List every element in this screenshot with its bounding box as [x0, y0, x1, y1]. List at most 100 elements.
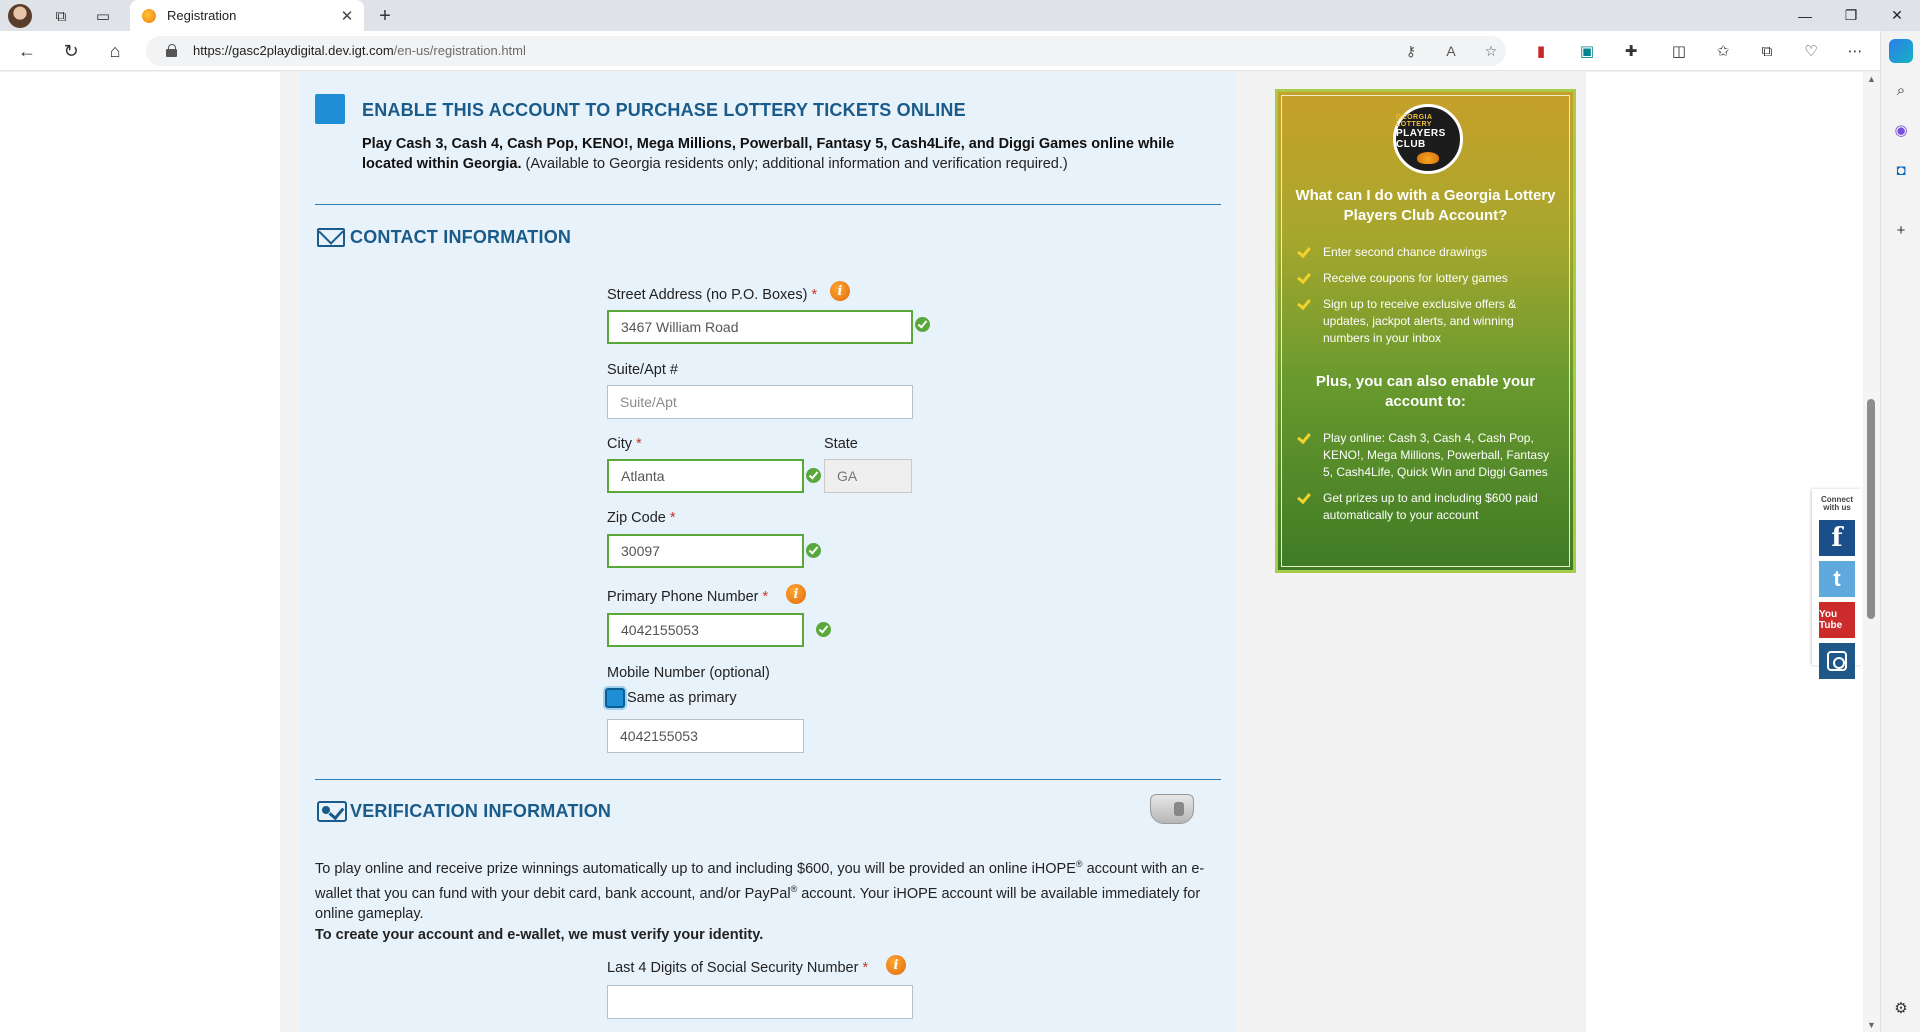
settings-gear-icon[interactable]: ⚙ [1890, 997, 1912, 1019]
left-gutter [0, 72, 280, 1032]
home-icon[interactable]: ⌂ [100, 38, 130, 64]
city-label: City * [607, 436, 642, 452]
restore-icon[interactable]: ❐ [1828, 0, 1874, 31]
phone-info-icon[interactable]: i [786, 584, 806, 604]
security-badge-icon [1150, 794, 1194, 824]
new-tab-button[interactable]: + [372, 3, 398, 29]
verification-description: To play online and receive prize winning… [315, 859, 1205, 922]
street-info-icon[interactable]: i [830, 281, 850, 301]
address-bar-row: ← ↻ ⌂ https://gasc2playdigital.dev.igt.c… [0, 31, 1920, 71]
microsoft-365-icon[interactable]: ◉ [1890, 119, 1912, 141]
workspaces-icon[interactable]: ⧉ [48, 4, 74, 28]
promo-heading-2: Plus, you can also enable your account t… [1315, 373, 1536, 410]
zip-valid-check-icon [806, 543, 821, 558]
twitter-icon[interactable]: t [1819, 561, 1855, 597]
connect-label: Connect with us [1821, 495, 1853, 512]
address-bar[interactable]: https://gasc2playdigital.dev.igt.com/en-… [146, 36, 1506, 66]
back-icon[interactable]: ← [12, 38, 42, 64]
edge-sidebar: ⌕ ◉ ◘ + ⚙ [1880, 31, 1920, 1032]
check-icon [1297, 429, 1311, 445]
mobile-number-input[interactable]: 4042155053 [607, 719, 804, 753]
tab-registration[interactable]: Registration ✕ [130, 0, 364, 31]
close-window-icon[interactable]: ✕ [1874, 0, 1920, 31]
id-card-check-icon [317, 801, 347, 822]
envelope-icon [317, 228, 345, 247]
read-aloud-icon[interactable]: A [1440, 41, 1462, 61]
favorites-icon[interactable]: ✩ [1710, 39, 1736, 63]
browser-essentials-icon[interactable]: ♡ [1798, 39, 1824, 63]
suite-input[interactable]: Suite/Apt [607, 385, 913, 419]
promo-heading-1: What can I do with a Georgia Lottery Pla… [1295, 187, 1556, 224]
zip-input[interactable]: 30097 [607, 534, 804, 568]
collections-icon[interactable]: ⧉ [1754, 39, 1780, 63]
promo-enable-item: Play online: Cash 3, Cash 4, Cash Pop, K… [1297, 429, 1560, 481]
minimize-icon[interactable]: — [1782, 0, 1828, 31]
facebook-icon[interactable]: f [1819, 520, 1855, 556]
peach-favicon-icon [142, 8, 156, 23]
page-scrollbar[interactable]: ▲ ▼ [1863, 72, 1880, 1032]
scroll-up-icon[interactable]: ▲ [1867, 74, 1876, 84]
page-viewport: ENABLE THIS ACCOUNT TO PURCHASE LOTTERY … [0, 72, 1880, 1032]
scroll-down-icon[interactable]: ▼ [1867, 1020, 1876, 1030]
split-screen-icon[interactable]: ◫ [1666, 39, 1692, 63]
close-tab-icon[interactable]: ✕ [336, 5, 358, 27]
add-sidebar-app-icon[interactable]: + [1890, 219, 1912, 241]
promo-benefit-item: Enter second chance drawings [1297, 243, 1560, 261]
outlook-icon[interactable]: ◘ [1890, 159, 1912, 181]
search-icon[interactable]: ⌕ [1890, 79, 1912, 101]
check-icon [1297, 489, 1311, 505]
social-connect-bar: Connect with us f t You Tube [1812, 489, 1862, 679]
street-valid-check-icon [915, 317, 930, 332]
check-icon [1297, 243, 1311, 259]
vertical-tabs-icon[interactable]: ▭ [90, 4, 116, 28]
mobile-number-label: Mobile Number (optional) [607, 665, 770, 681]
scrollbar-thumb[interactable] [1867, 399, 1875, 619]
ssn-input[interactable] [607, 985, 913, 1019]
promo-enable-item: Get prizes up to and including $600 paid… [1297, 489, 1560, 524]
promo-benefits-list: Enter second chance drawings Receive cou… [1297, 243, 1560, 356]
primary-phone-label: Primary Phone Number * [607, 589, 769, 605]
enable-online-checkbox[interactable] [315, 94, 345, 124]
extensions-icon[interactable]: ✚ [1618, 39, 1644, 63]
extension-red-icon[interactable]: ▮ [1528, 39, 1554, 63]
peach-logo-icon [1417, 152, 1439, 164]
street-address-input[interactable]: 3467 William Road [607, 310, 913, 344]
enable-online-description: Play Cash 3, Cash 4, Cash Pop, KENO!, Me… [362, 136, 1175, 172]
profile-avatar[interactable] [8, 4, 32, 28]
check-icon [1297, 295, 1311, 311]
city-input[interactable]: Atlanta [607, 459, 804, 493]
ssn-info-icon[interactable]: i [886, 955, 906, 975]
verification-section-title: VERIFICATION INFORMATION [350, 801, 612, 821]
primary-phone-input[interactable]: 4042155053 [607, 613, 804, 647]
lock-icon[interactable] [166, 44, 178, 57]
same-as-primary-checkbox[interactable] [605, 688, 625, 708]
ssn-label: Last 4 Digits of Social Security Number … [607, 960, 869, 976]
check-icon [1297, 269, 1311, 285]
zip-label: Zip Code * [607, 510, 676, 526]
state-input: GA [824, 459, 912, 493]
refresh-icon[interactable]: ↻ [56, 38, 86, 64]
contact-section-title: CONTACT INFORMATION [350, 227, 572, 247]
players-club-promo: GEORGIA LOTTERY PLAYERS CLUB What can I … [1275, 89, 1576, 573]
suite-label: Suite/Apt # [607, 362, 678, 378]
street-address-label: Street Address (no P.O. Boxes) * [607, 287, 818, 303]
promo-enable-list: Play online: Cash 3, Cash 4, Cash Pop, K… [1297, 429, 1560, 533]
promo-benefit-item: Receive coupons for lottery games [1297, 269, 1560, 287]
section-divider [315, 204, 1221, 205]
city-valid-check-icon [806, 468, 821, 483]
enable-online-title: ENABLE THIS ACCOUNT TO PURCHASE LOTTERY … [362, 100, 966, 120]
promo-benefit-item: Sign up to receive exclusive offers & up… [1297, 295, 1560, 347]
same-as-primary-label[interactable]: Same as primary [627, 690, 737, 706]
youtube-icon[interactable]: You Tube [1819, 602, 1855, 638]
instagram-icon[interactable] [1819, 643, 1855, 679]
state-label: State [824, 436, 858, 452]
favorite-star-icon[interactable]: ☆ [1480, 41, 1502, 61]
more-menu-icon[interactable]: ⋯ [1842, 39, 1868, 63]
copilot-icon[interactable] [1889, 39, 1913, 63]
phone-valid-check-icon [816, 622, 831, 637]
password-key-icon[interactable]: ⚷ [1400, 41, 1422, 61]
tab-bar: ⧉ ▭ Registration ✕ + — ❐ ✕ [0, 0, 1920, 31]
players-club-logo: GEORGIA LOTTERY PLAYERS CLUB [1393, 104, 1463, 174]
extension-teal-icon[interactable]: ▣ [1574, 39, 1600, 63]
url-text[interactable]: https://gasc2playdigital.dev.igt.com/en-… [193, 43, 526, 58]
